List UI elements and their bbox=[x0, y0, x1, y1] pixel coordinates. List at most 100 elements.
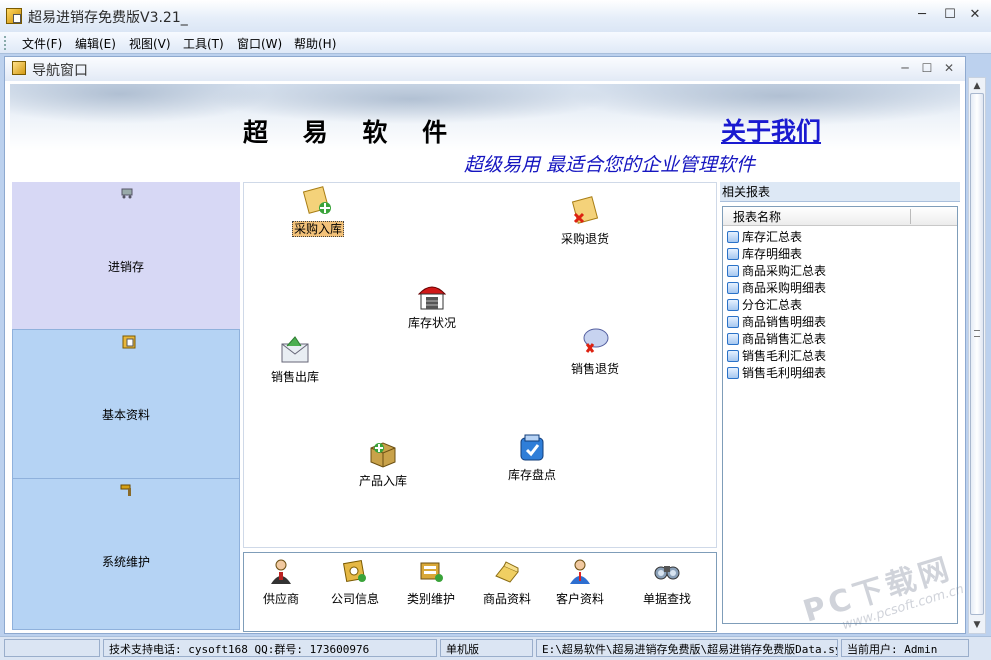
purchase-in-icon bbox=[302, 186, 334, 218]
child-close-button[interactable]: ✕ bbox=[940, 61, 958, 77]
minimize-button[interactable]: ─ bbox=[911, 6, 933, 24]
inventory-status-button[interactable]: 库存状况 bbox=[402, 280, 462, 331]
status-mode: 单机版 bbox=[440, 639, 533, 657]
report-name: 分仓汇总表 bbox=[742, 298, 803, 312]
scroll-grip-icon bbox=[974, 330, 980, 337]
customer-label: 客户资料 bbox=[555, 592, 604, 606]
navigation-window-title: 导航窗口 bbox=[32, 63, 88, 79]
app-icon bbox=[6, 8, 22, 24]
report-icon bbox=[727, 299, 739, 311]
sales-out-label: 销售出库 bbox=[270, 370, 319, 384]
report-row[interactable]: 商品销售明细表 bbox=[727, 313, 826, 330]
goods-label: 商品资料 bbox=[482, 592, 531, 606]
column-separator[interactable] bbox=[910, 209, 911, 224]
purchase-in-label: 采购入库 bbox=[291, 221, 344, 237]
company-info-button[interactable]: 公司信息 bbox=[326, 558, 384, 607]
nav-label-basic-data: 基本资料 bbox=[101, 408, 150, 422]
report-name: 销售毛利汇总表 bbox=[742, 349, 827, 363]
report-icon bbox=[727, 282, 739, 294]
report-name: 商品采购明细表 bbox=[742, 281, 827, 295]
navigation-window-titlebar bbox=[5, 57, 965, 81]
category-label: 类别维护 bbox=[406, 592, 455, 606]
product-in-icon bbox=[367, 438, 399, 470]
maximize-button[interactable]: ☐ bbox=[939, 6, 961, 24]
category-button[interactable]: 类别维护 bbox=[402, 558, 460, 607]
customer-button[interactable]: 客户资料 bbox=[551, 558, 609, 607]
about-us-link[interactable]: 关于我们 bbox=[721, 112, 821, 148]
banner-title: 超 易 软 件 bbox=[243, 118, 461, 147]
folder-icon bbox=[122, 335, 136, 349]
report-row[interactable]: 销售毛利明细表 bbox=[727, 364, 826, 381]
menu-file[interactable]: 文件(F) bbox=[22, 35, 62, 52]
purchase-return-button[interactable]: 采购退货 bbox=[555, 196, 615, 247]
document-search-label: 单据查找 bbox=[642, 592, 691, 606]
report-icon bbox=[727, 333, 739, 345]
purchase-return-icon bbox=[569, 196, 601, 228]
supplier-icon bbox=[268, 558, 294, 584]
supplier-button[interactable]: 供应商 bbox=[252, 558, 310, 607]
nav-section-inventory[interactable]: 进销存 bbox=[12, 182, 240, 330]
reports-panel-header: 相关报表 bbox=[720, 182, 960, 202]
report-row[interactable]: 商品销售汇总表 bbox=[727, 330, 826, 347]
menu-window[interactable]: 窗口(W) bbox=[237, 35, 282, 52]
report-row[interactable]: 商品采购汇总表 bbox=[727, 262, 826, 279]
customer-icon bbox=[567, 558, 593, 584]
report-name: 商品采购汇总表 bbox=[742, 264, 827, 278]
company-info-label: 公司信息 bbox=[330, 592, 379, 606]
purchase-return-label: 采购退货 bbox=[560, 232, 609, 246]
sales-return-icon bbox=[579, 326, 611, 358]
status-user: 当前用户: Admin bbox=[841, 639, 969, 657]
product-in-label: 产品入库 bbox=[358, 474, 407, 488]
hammer-icon bbox=[120, 483, 136, 497]
report-icon bbox=[727, 367, 739, 379]
report-row[interactable]: 库存明细表 bbox=[727, 245, 802, 262]
sales-out-icon bbox=[279, 334, 311, 366]
product-in-button[interactable]: 产品入库 bbox=[353, 438, 413, 489]
menu-view[interactable]: 视图(V) bbox=[129, 35, 171, 52]
window-title: 超易进销存免费版V3.21_ bbox=[28, 10, 188, 26]
nav-label-inventory: 进销存 bbox=[107, 260, 144, 274]
scroll-up-button[interactable]: ▲ bbox=[969, 78, 985, 94]
cart-icon bbox=[121, 187, 135, 199]
scroll-down-button[interactable]: ▼ bbox=[969, 617, 985, 633]
goods-icon bbox=[494, 558, 520, 584]
binoculars-icon bbox=[654, 558, 680, 584]
report-name: 商品销售明细表 bbox=[742, 315, 827, 329]
warehouse-icon bbox=[416, 280, 448, 312]
banner-slogan: 超级易用 最适合您的企业管理软件 bbox=[464, 154, 756, 176]
scroll-thumb[interactable] bbox=[970, 93, 984, 615]
nav-label-system: 系统维护 bbox=[101, 555, 150, 569]
document-search-button[interactable]: 单据查找 bbox=[638, 558, 696, 607]
report-name: 库存明细表 bbox=[742, 247, 803, 261]
inventory-status-label: 库存状况 bbox=[407, 316, 456, 330]
report-icon bbox=[727, 231, 739, 243]
category-icon bbox=[418, 558, 444, 584]
window-icon bbox=[12, 61, 26, 75]
report-row[interactable]: 销售毛利汇总表 bbox=[727, 347, 826, 364]
child-maximize-button[interactable]: ☐ bbox=[918, 61, 936, 77]
sales-out-button[interactable]: 销售出库 bbox=[265, 334, 325, 385]
report-row[interactable]: 库存汇总表 bbox=[727, 228, 802, 245]
reports-column-title: 报表名称 bbox=[733, 210, 782, 224]
status-support: 技术支持电话: cysoft168 QQ:群号: 173600976 bbox=[103, 639, 437, 657]
stocktake-button[interactable]: 库存盘点 bbox=[502, 432, 562, 483]
nav-section-system[interactable]: 系统维护 bbox=[12, 479, 240, 627]
menu-edit[interactable]: 编辑(E) bbox=[75, 35, 116, 52]
report-icon bbox=[727, 316, 739, 328]
goods-button[interactable]: 商品资料 bbox=[478, 558, 536, 607]
report-row[interactable]: 商品采购明细表 bbox=[727, 279, 826, 296]
report-icon bbox=[727, 265, 739, 277]
purchase-in-button[interactable]: 采购入库 bbox=[288, 186, 348, 237]
nav-section-basic-data[interactable]: 基本资料 bbox=[12, 331, 240, 479]
menu-tools[interactable]: 工具(T) bbox=[183, 35, 224, 52]
report-icon bbox=[727, 350, 739, 362]
stocktake-label: 库存盘点 bbox=[507, 468, 556, 482]
status-cell-empty bbox=[4, 639, 100, 657]
sales-return-button[interactable]: 销售退货 bbox=[565, 326, 625, 377]
status-path: E:\超易软件\超易进销存免费版\超易进销存免费版Data.sys bbox=[536, 639, 838, 657]
child-minimize-button[interactable]: ─ bbox=[896, 61, 914, 77]
close-button[interactable]: ✕ bbox=[964, 6, 986, 24]
report-row[interactable]: 分仓汇总表 bbox=[727, 296, 802, 313]
menu-help[interactable]: 帮助(H) bbox=[294, 35, 336, 52]
report-name: 库存汇总表 bbox=[742, 230, 803, 244]
